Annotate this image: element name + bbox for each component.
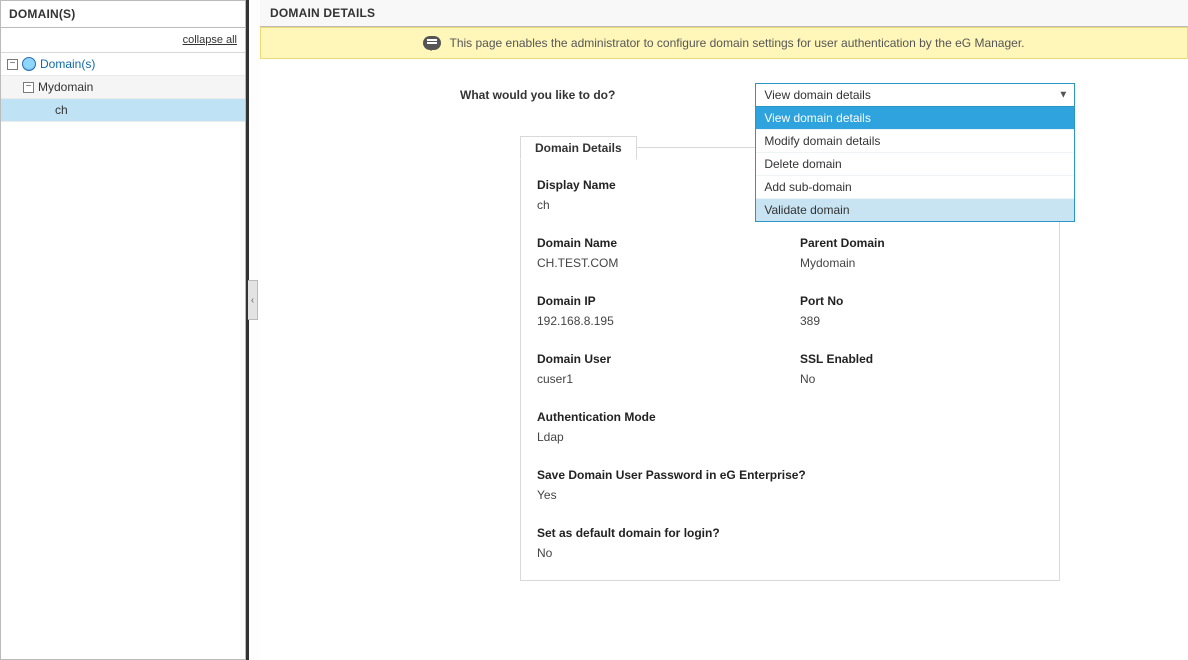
value-auth-mode: Ldap — [537, 430, 1043, 444]
chevron-down-icon: ▼ — [1058, 90, 1068, 101]
tree-item-mydomain[interactable]: − Mydomain — [1, 76, 245, 99]
pane-divider[interactable]: ‹ — [246, 0, 260, 660]
collapse-icon[interactable]: − — [7, 59, 18, 70]
action-select-wrap: View domain details ▼ View domain detail… — [755, 83, 1075, 107]
field-save-pwd: Save Domain User Password in eG Enterpri… — [537, 468, 1043, 502]
pane-collapse-handle[interactable]: ‹ — [248, 280, 258, 320]
field-domain-name: Domain Name CH.TEST.COM — [537, 236, 780, 270]
tree-item-label: ch — [55, 103, 68, 117]
tree-item-ch[interactable]: ch — [1, 99, 245, 122]
value-parent-domain: Mydomain — [800, 256, 1043, 270]
label-domain-name: Domain Name — [537, 236, 780, 250]
dropdown-option-validate[interactable]: Validate domain — [756, 198, 1074, 221]
value-domain-ip: 192.168.8.195 — [537, 314, 780, 328]
action-select[interactable]: View domain details ▼ — [755, 83, 1075, 107]
details-grid: Display Name ch Domain Name CH.TEST.COM … — [537, 178, 1043, 560]
value-port-no: 389 — [800, 314, 1043, 328]
field-ssl-enabled: SSL Enabled No — [800, 352, 1043, 386]
collapse-all-row: collapse all — [1, 28, 245, 53]
sidebar: DOMAIN(S) collapse all − Domain(s) − Myd… — [0, 0, 246, 660]
domain-tree: − Domain(s) − Mydomain ch — [1, 53, 245, 122]
tree-root-label: Domain(s) — [40, 57, 95, 71]
info-icon — [423, 36, 441, 50]
globe-icon — [22, 57, 36, 71]
value-domain-name: CH.TEST.COM — [537, 256, 780, 270]
action-select-value: View domain details — [764, 88, 871, 102]
main-panel: DOMAIN DETAILS This page enables the adm… — [260, 0, 1188, 660]
sidebar-title: DOMAIN(S) — [1, 1, 245, 28]
content-area: What would you like to do? View domain d… — [260, 59, 1188, 605]
action-label: What would you like to do? — [460, 88, 615, 102]
value-domain-user: cuser1 — [537, 372, 780, 386]
label-parent-domain: Parent Domain — [800, 236, 1043, 250]
label-save-pwd: Save Domain User Password in eG Enterpri… — [537, 468, 1043, 482]
field-port-no: Port No 389 — [800, 294, 1043, 328]
label-auth-mode: Authentication Mode — [537, 410, 1043, 424]
label-domain-ip: Domain IP — [537, 294, 780, 308]
info-banner-text: This page enables the administrator to c… — [449, 36, 1024, 50]
field-auth-mode: Authentication Mode Ldap — [537, 410, 1043, 444]
label-default-login: Set as default domain for login? — [537, 526, 1043, 540]
value-save-pwd: Yes — [537, 488, 1043, 502]
tree-item-label: Mydomain — [38, 80, 93, 94]
field-domain-user: Domain User cuser1 — [537, 352, 780, 386]
dropdown-option-modify[interactable]: Modify domain details — [756, 129, 1074, 152]
collapse-all-link[interactable]: collapse all — [183, 34, 237, 46]
label-ssl-enabled: SSL Enabled — [800, 352, 1043, 366]
label-port-no: Port No — [800, 294, 1043, 308]
action-row: What would you like to do? View domain d… — [300, 83, 1148, 107]
dropdown-option-view[interactable]: View domain details — [756, 107, 1074, 129]
page-title: DOMAIN DETAILS — [260, 0, 1188, 27]
tree-root[interactable]: − Domain(s) — [1, 53, 245, 76]
label-domain-user: Domain User — [537, 352, 780, 366]
dropdown-option-delete[interactable]: Delete domain — [756, 152, 1074, 175]
info-banner: This page enables the administrator to c… — [260, 27, 1188, 59]
collapse-icon[interactable]: − — [23, 82, 34, 93]
field-default-login: Set as default domain for login? No — [537, 526, 1043, 560]
dropdown-option-addsub[interactable]: Add sub-domain — [756, 175, 1074, 198]
action-dropdown: View domain details Modify domain detail… — [755, 107, 1075, 222]
field-domain-ip: Domain IP 192.168.8.195 — [537, 294, 780, 328]
value-default-login: No — [537, 546, 1043, 560]
value-ssl-enabled: No — [800, 372, 1043, 386]
tab-domain-details[interactable]: Domain Details — [520, 136, 637, 160]
field-parent-domain: Parent Domain Mydomain — [800, 236, 1043, 270]
